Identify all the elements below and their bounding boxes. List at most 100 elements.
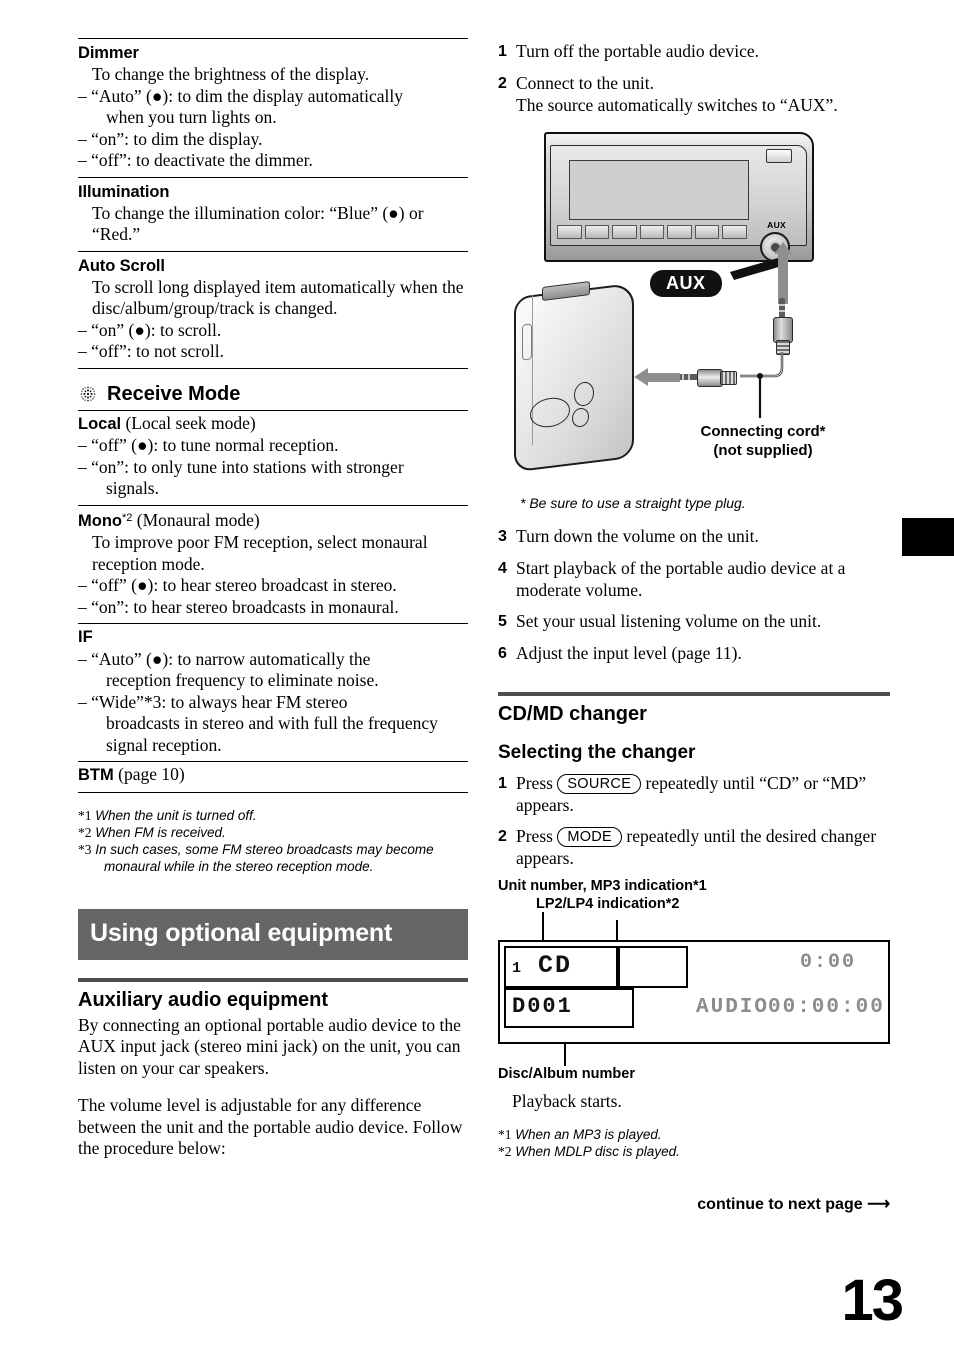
step-item: 4 Start playback of the portable audio d… <box>498 557 890 601</box>
lcd-display: 1 CD D001 AUDIO 0:00 00:00:00 <box>498 940 890 1044</box>
page-number: 13 <box>841 1268 903 1333</box>
leader-line <box>616 920 619 940</box>
setting-btm: BTM (page 10) <box>78 762 468 792</box>
footnote-number: *2 <box>498 1144 512 1159</box>
step-item: 3 Turn down the volume on the unit. <box>498 525 890 548</box>
footnote-text: In such cases, some FM stereo broadcasts… <box>95 841 434 874</box>
setting-option: – “on”: to only tune into stations with … <box>78 457 468 500</box>
footnote-number: *3 <box>78 841 92 857</box>
setting-illumination: Illumination To change the illumination … <box>78 178 468 251</box>
lcd-clock: 0:00 <box>800 951 857 974</box>
radio-wave-icon <box>78 384 98 404</box>
subsection-heading-selecting: Selecting the changer <box>498 742 696 763</box>
leader-line <box>564 1044 567 1066</box>
setting-title: Mono <box>78 511 122 530</box>
step-text: Adjust the input level (page 11). <box>516 643 742 663</box>
setting-dimmer: Dimmer To change the brightness of the d… <box>78 39 468 177</box>
setting-option: – “off”: to not scroll. <box>78 341 224 361</box>
step-text: Set your usual listening volume on the u… <box>516 611 822 631</box>
lcd-source-segment: 1 CD <box>512 951 573 980</box>
unit-display <box>569 160 749 220</box>
setting-title-line: Local (Local seek mode) <box>78 413 468 436</box>
footnote-number: *1 <box>78 807 92 823</box>
step-main: Connect to the unit. <box>516 73 655 93</box>
option-cont: when you turn lights on. <box>106 107 277 127</box>
step-number: 1 <box>498 775 507 792</box>
setting-auto-scroll: Auto Scroll To scroll long displayed ite… <box>78 252 468 368</box>
display-leader-lines-bottom <box>498 1044 890 1066</box>
lcd-elapsed-time: 00:00:00 <box>768 996 885 1019</box>
left-footnotes: *1 When the unit is turned off. *2 When … <box>78 807 468 875</box>
display-diagram: Unit number, MP3 indication*1 LP2/LP4 in… <box>498 878 890 1112</box>
aux-jack-label: AUX <box>767 220 786 230</box>
setting-option: – “Wide”*3: to always hear FM stereo bro… <box>78 692 468 757</box>
chapter-title-bar: Using optional equipment <box>78 908 468 960</box>
step-number: 2 <box>498 828 507 845</box>
step-text: Turn down the volume on the unit. <box>516 526 759 546</box>
footnote-text: When an MP3 is played. <box>515 1127 662 1142</box>
unit-button <box>667 225 692 239</box>
setting-title: Auto Scroll <box>78 256 165 275</box>
option-cont: broadcasts in stereo and with full the f… <box>106 713 438 755</box>
aux-callout-badge: AUX <box>650 270 722 297</box>
footnote: *3 In such cases, some FM stereo broadca… <box>78 841 468 875</box>
unit-button <box>557 225 582 239</box>
divider <box>78 367 468 369</box>
mode-button[interactable]: MODE <box>557 827 623 847</box>
illustration-footnote: * Be sure to use a straight type plug. <box>520 495 890 511</box>
setting-title: BTM <box>78 766 114 784</box>
display-label-disc-album: Disc/Album number <box>498 1066 635 1082</box>
setting-title-suffix: (Local seek mode) <box>121 412 256 433</box>
footnote: *1 When the unit is turned off. <box>78 807 468 824</box>
cord-label-line1: Connecting cord* <box>700 423 826 440</box>
continue-to-next-page: continue to next page ⟶ <box>498 1194 890 1214</box>
unit-button <box>612 225 637 239</box>
lcd-track-label: AUDIO <box>696 996 770 1019</box>
option-text: – “Wide”*3: to always hear FM stereo <box>78 691 348 712</box>
footnote-text: Be sure to use a straight type plug. <box>529 495 746 511</box>
setting-title: IF <box>78 628 93 646</box>
lcd-unit-number: 1 <box>512 960 522 977</box>
setting-title: Local <box>78 414 122 433</box>
setting-option: – “Auto” (●): to narrow automatically th… <box>78 649 468 692</box>
setting-title-line: BTM (page 10) <box>78 764 468 787</box>
footnote-number: *1 <box>498 1127 512 1142</box>
step-text: Start playback of the portable audio dev… <box>516 558 846 600</box>
setting-option: – “Auto” (●): to dim the display automat… <box>78 86 468 129</box>
footnote: *1 When an MP3 is played. <box>498 1126 890 1143</box>
receive-mode-title: Receive Mode <box>107 382 241 405</box>
aux-connection-illustration: AUX AUX Connecting cord* (not supplied) <box>498 130 890 485</box>
device-side-slot <box>522 323 532 361</box>
device-edge <box>518 295 533 447</box>
setting-title-suffix: (page 10) <box>113 764 185 784</box>
setting-option: – “off”: to deactivate the dimmer. <box>78 150 313 170</box>
step-sub: The source automatically switches to “AU… <box>516 95 838 115</box>
unit-faceplate: AUX <box>550 145 807 262</box>
section-divider <box>498 692 890 696</box>
plug-insert-arrow-icon <box>774 242 792 304</box>
footnote-marker: *2 <box>121 511 133 524</box>
setting-local: Local (Local seek mode) – “off” (●): to … <box>78 411 468 505</box>
setting-description: To improve poor FM reception, select mon… <box>92 532 428 574</box>
setting-option: – “off” (●): to hear stereo broadcast in… <box>78 575 397 595</box>
aux-paragraph-2: The volume level is adjustable for any d… <box>78 1095 463 1158</box>
option-text: – “Auto” (●): to dim the display automat… <box>78 85 404 106</box>
step-number: 4 <box>498 560 507 577</box>
display-label-lp-indication: LP2/LP4 indication*2 <box>536 896 680 912</box>
setting-description: To scroll long displayed item automatica… <box>92 276 464 319</box>
step-item: 1 Press SOURCE repeatedly until “CD” or … <box>498 772 890 816</box>
option-text: – “on”: to only tune into stations with … <box>78 456 404 477</box>
step-text: Press MODE repeatedly until the desired … <box>516 825 890 869</box>
leader-line <box>542 912 545 940</box>
section-heading-auxiliary: Auxiliary audio equipment <box>78 988 329 1011</box>
step-number: 2 <box>498 75 507 92</box>
footnote-text: When the unit is turned off. <box>95 807 257 823</box>
setting-title-line: IF <box>78 626 468 649</box>
unit-button <box>584 225 610 239</box>
display-leader-lines-top <box>498 912 890 940</box>
step-pre: Press <box>516 826 558 846</box>
aux-paragraph-1: By connecting an optional portable audio… <box>78 1014 461 1078</box>
right-footnotes: *1 When an MP3 is played. *2 When MDLP d… <box>498 1126 890 1160</box>
source-button[interactable]: SOURCE <box>557 774 642 794</box>
step-item: 2 Press MODE repeatedly until the desire… <box>498 825 890 869</box>
